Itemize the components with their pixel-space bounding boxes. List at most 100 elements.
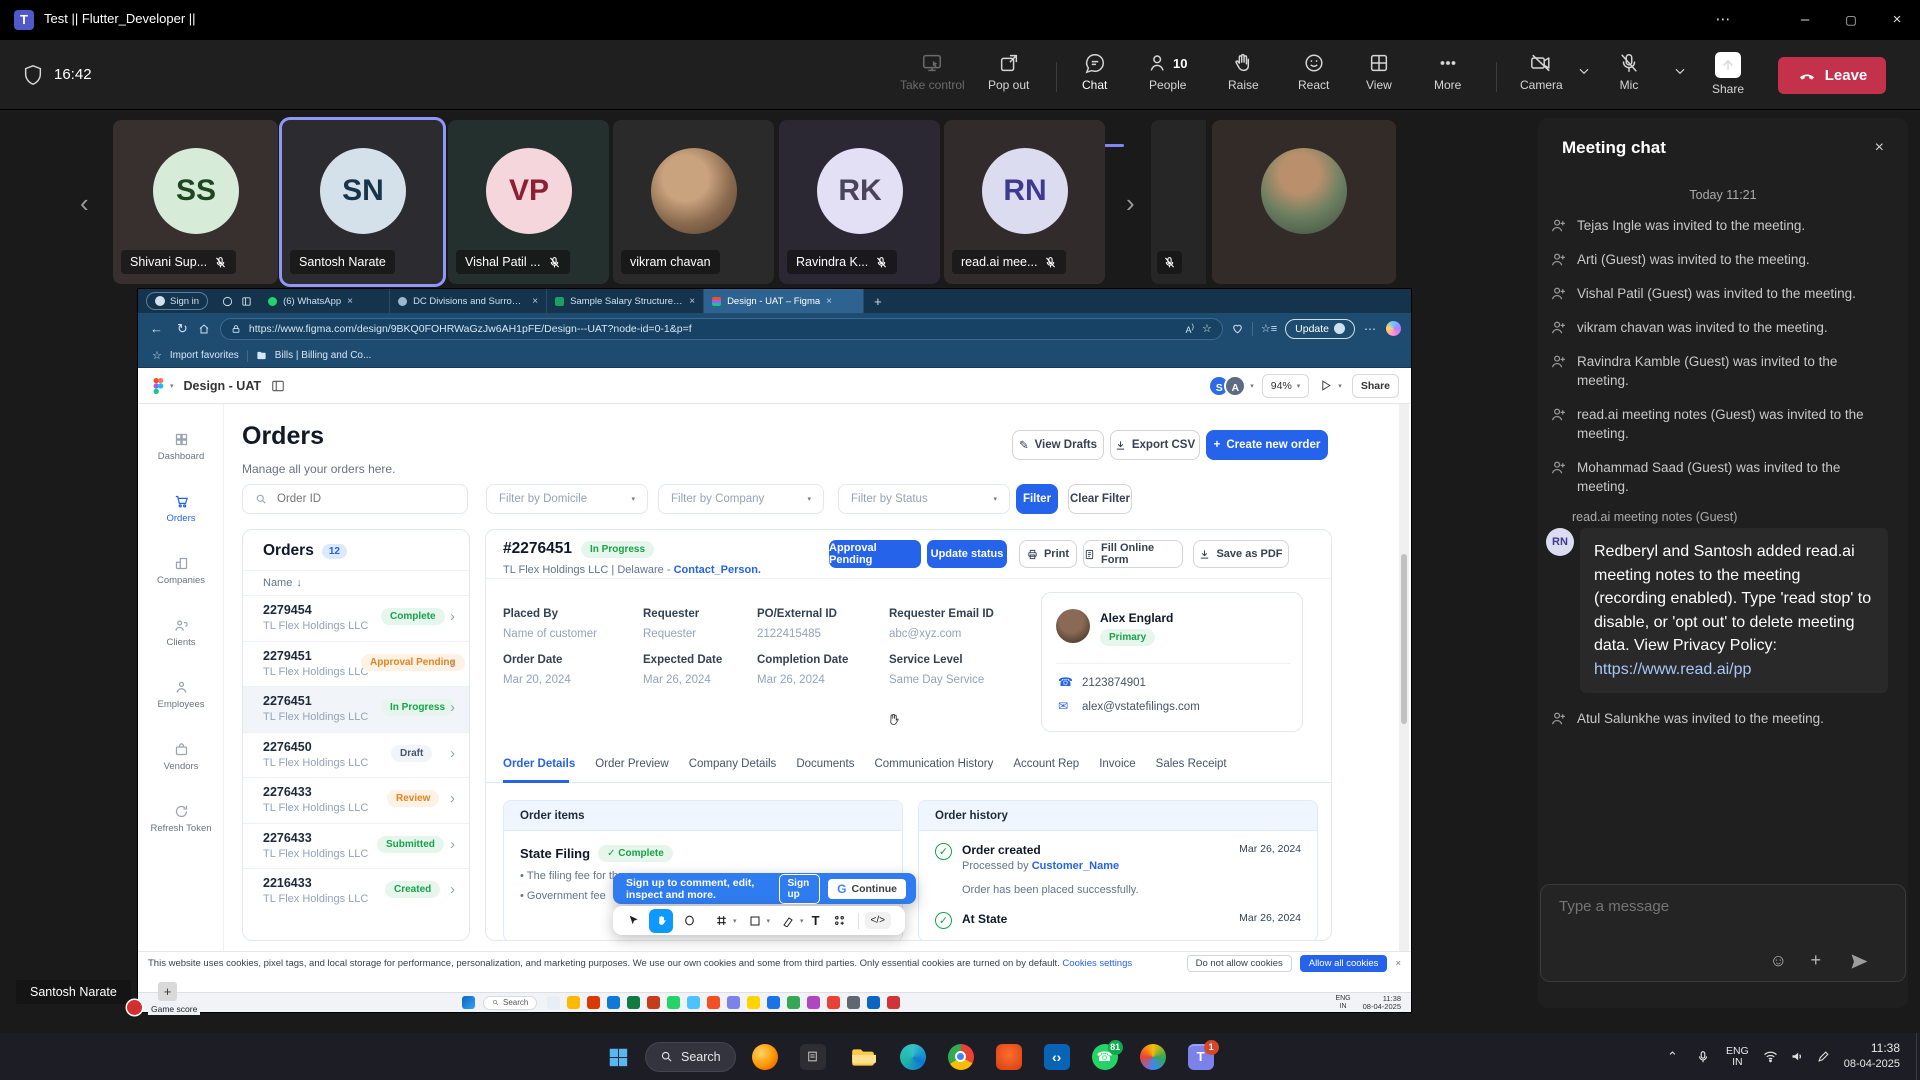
move-tool-icon[interactable] — [621, 909, 645, 933]
approval-pending-button[interactable]: Approval Pending — [829, 540, 921, 568]
presenter-language-indicator[interactable]: ENGIN — [1335, 995, 1350, 1010]
leave-button[interactable]: Leave — [1778, 57, 1886, 94]
pen-tool-icon[interactable] — [776, 909, 800, 933]
chat-message-input[interactable] — [1557, 897, 1857, 916]
tray-mic-icon[interactable] — [1696, 1050, 1710, 1064]
pen-icon[interactable] — [1817, 1050, 1830, 1063]
file-explorer-icon[interactable] — [848, 1042, 878, 1072]
sidebar-item-clients[interactable]: Clients — [144, 618, 218, 648]
filter-company-select[interactable]: Filter by Company▾ — [658, 484, 824, 514]
presenter-taskbar-icons[interactable] — [547, 996, 900, 1009]
tab-close-icon[interactable]: × — [689, 296, 695, 307]
zoom-select[interactable]: 94%▾ — [1262, 374, 1310, 398]
text-tool-icon[interactable]: T — [804, 909, 828, 933]
tab-close-icon[interactable]: × — [532, 296, 538, 307]
teams-icon[interactable]: T 1 — [1188, 1044, 1214, 1070]
language-indicator[interactable]: ENGIN — [1726, 1046, 1749, 1068]
close-button[interactable]: × — [1874, 0, 1920, 40]
tab-communication-history[interactable]: Communication History — [874, 758, 993, 770]
comment-tool-icon[interactable] — [677, 909, 701, 933]
tab-invoice[interactable]: Invoice — [1099, 758, 1135, 770]
presenter-clock[interactable]: 11:3808-04-2025 — [1363, 995, 1401, 1011]
chat-button[interactable]: Chat — [1082, 52, 1107, 92]
sidebar-item-companies[interactable]: Companies — [144, 556, 218, 586]
chevron-down-icon[interactable]: ▾ — [733, 917, 737, 925]
start-button[interactable] — [603, 1042, 633, 1072]
tiles-scroll-left-icon[interactable]: ‹ — [80, 188, 89, 219]
workspaces-icon[interactable] — [222, 296, 233, 307]
send-icon[interactable] — [1850, 952, 1869, 971]
tab-close-icon[interactable]: × — [347, 296, 353, 307]
customer-name-link[interactable]: Customer_Name — [1032, 860, 1119, 872]
browser-scrollbar[interactable] — [1399, 404, 1409, 951]
figma-logo-icon[interactable] — [152, 378, 164, 394]
participant-tile-partial[interactable] — [1151, 120, 1206, 284]
order-row[interactable]: 2276433TL Flex Holdings LLC Review› — [243, 777, 469, 823]
tab-company-details[interactable]: Company Details — [689, 758, 777, 770]
volume-icon[interactable] — [1790, 1049, 1805, 1064]
fill-online-form-button[interactable]: Fill Online Form — [1083, 540, 1183, 568]
browser-tab[interactable]: Sample Salary Structure with calc× — [547, 289, 704, 313]
brave-icon[interactable] — [996, 1044, 1022, 1070]
wifi-icon[interactable] — [1763, 1049, 1778, 1064]
copilot-icon[interactable] — [1386, 321, 1401, 336]
order-row[interactable]: 2276450TL Flex Holdings LLC Draft› — [243, 732, 469, 778]
people-button[interactable]: 10 People — [1148, 52, 1187, 92]
order-row-selected[interactable]: 2276451TL Flex Holdings LLC In Progress› — [243, 686, 469, 732]
collaborator-avatar[interactable]: A — [1224, 375, 1246, 397]
sidebar-item-orders[interactable]: Orders — [144, 494, 218, 524]
tray-chevron-up-icon[interactable]: ⌃ — [1667, 1049, 1678, 1065]
browser-tab-active[interactable]: Design - UAT – Figma× — [704, 289, 864, 313]
chat-close-icon[interactable]: × — [1875, 139, 1884, 157]
participant-tile[interactable]: vikram chavan — [613, 120, 774, 284]
raise-hand-button[interactable]: Raise — [1228, 52, 1259, 92]
tab-order-preview[interactable]: Order Preview — [595, 758, 669, 770]
emoji-icon[interactable]: ☺ — [1770, 951, 1787, 971]
bookmark-folder-label[interactable]: Bills | Billing and Co... — [275, 350, 372, 361]
contact-person-link[interactable]: Contact_Person. — [674, 564, 761, 576]
update-status-button[interactable]: Update status — [927, 540, 1007, 568]
clock[interactable]: 11:3808-04-2025 — [1844, 1041, 1900, 1072]
sidebar-item-refresh-token[interactable]: Refresh Token — [144, 804, 218, 834]
deny-cookies-button[interactable]: Do not allow cookies — [1187, 955, 1292, 972]
react-button[interactable]: React — [1298, 52, 1329, 92]
order-row[interactable]: 2279454TL Flex Holdings LLC Complete› — [243, 595, 469, 641]
presenter-label-expand-icon[interactable]: + — [158, 982, 177, 1001]
sidebar-item-vendors[interactable]: Vendors — [144, 742, 218, 772]
taskbar-search-box[interactable]: Search — [645, 1042, 736, 1072]
export-csv-button[interactable]: Export CSV — [1110, 430, 1200, 460]
dev-mode-toggle[interactable]: </> — [865, 912, 891, 929]
privacy-policy-link[interactable]: https://www.read.ai/pp — [1594, 661, 1751, 678]
figma-menu-chevron-icon[interactable]: ▾ — [170, 382, 174, 390]
update-browser-button[interactable]: Update — [1285, 319, 1355, 339]
chrome-profile-icon[interactable] — [1140, 1044, 1166, 1070]
mic-button[interactable]: Mic — [1618, 52, 1640, 92]
browser-essentials-icon[interactable] — [1231, 322, 1244, 335]
tab-documents[interactable]: Documents — [796, 758, 854, 770]
import-favorites-link[interactable]: Import favorites — [170, 350, 239, 361]
google-continue-button[interactable]: G Continue — [828, 879, 906, 899]
titlebar-more-icon[interactable]: ⋯ — [1700, 0, 1746, 40]
save-as-pdf-button[interactable]: Save as PDF — [1193, 540, 1289, 568]
create-new-order-button[interactable]: +Create new order — [1206, 430, 1328, 460]
participant-tile-photo[interactable] — [1212, 120, 1396, 284]
refresh-icon[interactable]: ↻ — [177, 321, 188, 337]
firefox-icon[interactable] — [752, 1044, 778, 1070]
scrollbar-thumb[interactable] — [1401, 554, 1407, 724]
edge-icon[interactable] — [900, 1044, 926, 1070]
sort-desc-icon[interactable]: ↓ — [296, 577, 302, 589]
favorite-star-icon[interactable]: ☆ — [1202, 322, 1212, 335]
attach-plus-icon[interactable]: + — [1810, 950, 1821, 971]
camera-button[interactable]: Camera — [1520, 52, 1563, 92]
print-button[interactable]: Print — [1019, 540, 1077, 568]
resources-tool-icon[interactable] — [828, 909, 852, 933]
share-button[interactable]: Share — [1712, 52, 1744, 96]
new-tab-icon[interactable]: + — [874, 294, 882, 309]
allow-cookies-button[interactable]: Allow all cookies — [1300, 955, 1388, 972]
order-row[interactable]: 2276433TL Flex Holdings LLC Submitted› — [243, 823, 469, 869]
order-id-search[interactable] — [242, 484, 468, 514]
maximize-button[interactable]: ▢ — [1828, 0, 1874, 40]
tab-order-details[interactable]: Order Details — [503, 758, 575, 770]
back-icon[interactable]: ← — [150, 321, 163, 336]
sidebar-item-dashboard[interactable]: Dashboard — [144, 432, 218, 462]
